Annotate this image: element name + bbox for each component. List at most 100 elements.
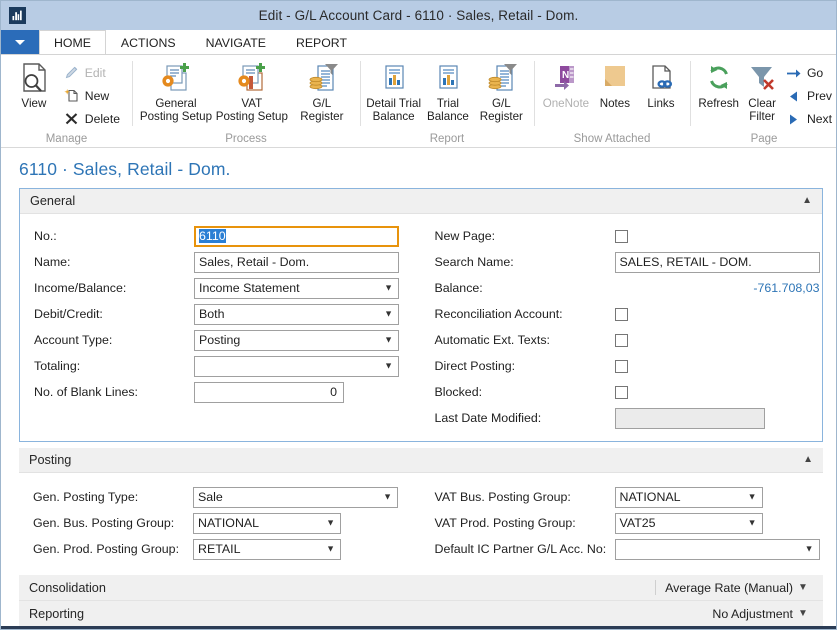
- reconciliation-account-checkbox[interactable]: [614, 307, 628, 321]
- blank-lines-input[interactable]: 0: [194, 381, 344, 403]
- field-no-label: No.:: [34, 229, 57, 243]
- notes-button[interactable]: Notes: [592, 59, 638, 110]
- refresh-button[interactable]: Refresh: [696, 59, 741, 110]
- ribbon-group-show-attached-label: Show Attached: [573, 133, 651, 145]
- balance-value[interactable]: -761.708,03: [615, 281, 819, 295]
- field-search-name-label: Search Name:: [434, 255, 514, 269]
- pencil-icon: [63, 64, 80, 81]
- links-button[interactable]: Links: [638, 59, 684, 110]
- ribbon-group-report: Detail Trial Balance Trial Balance G/L R…: [360, 55, 534, 147]
- ribbon-group-manage-label: Manage: [45, 133, 88, 145]
- name-input[interactable]: Sales, Retail - Dom.: [194, 251, 399, 273]
- gl-register-report-label-line2: Register: [479, 110, 523, 123]
- delete-button[interactable]: Delete: [61, 108, 126, 129]
- gl-register-process-button[interactable]: G/L Register: [290, 59, 354, 123]
- field-blocked-label: Blocked:: [434, 385, 483, 399]
- links-label: Links: [647, 97, 675, 110]
- field-income-balance: Income/Balance: Income Statement ▼: [34, 277, 424, 299]
- chevron-down-icon: ▼: [383, 491, 392, 502]
- general-fasttab-header[interactable]: General ▲: [20, 189, 822, 214]
- debit-credit-select[interactable]: Both ▼: [194, 303, 399, 325]
- tab-report[interactable]: REPORT: [281, 30, 362, 54]
- chevron-down-icon[interactable]: ▼: [793, 582, 813, 593]
- posting-fasttab-header[interactable]: Posting ▲: [19, 448, 823, 473]
- gen-posting-type-select[interactable]: Sale ▼: [193, 486, 398, 508]
- field-account-type: Account Type: Posting ▼: [34, 329, 424, 351]
- vat-prod-posting-group-select[interactable]: VAT25 ▼: [614, 512, 763, 534]
- field-vat-bus-posting-group-label: VAT Bus. Posting Group:: [434, 490, 571, 504]
- totaling-select[interactable]: ▼: [194, 355, 399, 377]
- posting-right-column: VAT Bus. Posting Group: NATIONAL ▼ VAT P…: [424, 486, 824, 560]
- field-gen-posting-type-label: Gen. Posting Type:: [33, 490, 139, 504]
- edit-button[interactable]: Edit: [61, 62, 126, 83]
- consolidation-fasttab[interactable]: Consolidation Average Rate (Manual) ▼: [19, 575, 823, 601]
- next-button[interactable]: Next: [787, 109, 832, 129]
- general-right-column: New Page: Search Name: SALES, RETAIL - D…: [424, 225, 823, 429]
- trial-balance-button[interactable]: Trial Balance: [421, 59, 474, 123]
- field-automatic-ext-texts: Automatic Ext. Texts:: [435, 329, 823, 351]
- field-direct-posting-label: Direct Posting:: [434, 359, 516, 373]
- go-button[interactable]: Go: [786, 63, 832, 83]
- detail-trial-balance-button[interactable]: Detail Trial Balance: [366, 59, 421, 123]
- field-account-type-label: Account Type:: [34, 333, 113, 347]
- general-posting-setup-button[interactable]: General Posting Setup: [138, 59, 214, 123]
- field-totaling-label: Totaling:: [34, 359, 81, 373]
- trial-balance-label-line2: Balance: [426, 110, 469, 123]
- search-name-input[interactable]: SALES, RETAIL - DOM.: [614, 251, 820, 273]
- view-button-label: View: [21, 97, 47, 110]
- field-no: No.: 6110: [34, 225, 424, 247]
- posting-fasttab: Posting ▲ Gen. Posting Type: Sale ▼ Gen.…: [19, 448, 823, 570]
- chevron-down-icon[interactable]: ▼: [793, 608, 813, 619]
- view-page-magnifier-icon: [19, 61, 49, 95]
- chevron-down-icon: ▼: [384, 360, 393, 371]
- reporting-fasttab-title: Reporting: [29, 606, 85, 621]
- clear-filter-button[interactable]: Clear Filter: [741, 59, 783, 123]
- field-search-name: Search Name: SALES, RETAIL - DOM.: [435, 251, 823, 273]
- new-page-checkbox[interactable]: [614, 229, 628, 243]
- field-income-balance-label: Income/Balance:: [34, 281, 127, 295]
- automatic-ext-texts-checkbox[interactable]: [614, 333, 628, 347]
- gen-bus-posting-group-select[interactable]: NATIONAL ▼: [193, 512, 341, 534]
- manage-small-buttons: Edit New Delete: [61, 59, 126, 129]
- gl-register-report-button[interactable]: G/L Register: [475, 59, 528, 123]
- prev-button[interactable]: Prev: [787, 86, 832, 106]
- field-default-ic-partner-label: Default IC Partner G/L Acc. No:: [434, 542, 607, 556]
- links-icon: [647, 61, 675, 95]
- reporting-fasttab[interactable]: Reporting No Adjustment ▼: [19, 601, 823, 627]
- tab-navigate[interactable]: NAVIGATE: [191, 30, 281, 54]
- file-menu-button[interactable]: [1, 30, 39, 54]
- clear-filter-label-line1: Clear: [748, 97, 776, 110]
- blocked-checkbox[interactable]: [614, 385, 628, 399]
- vat-prod-posting-group-value: VAT25: [619, 516, 656, 530]
- field-automatic-ext-texts-label: Automatic Ext. Texts:: [434, 333, 550, 347]
- posting-left-column: Gen. Posting Type: Sale ▼ Gen. Bus. Post…: [19, 486, 424, 560]
- refresh-icon: [704, 61, 734, 95]
- new-button[interactable]: New: [61, 85, 126, 106]
- arrow-right-icon: [786, 67, 801, 79]
- vat-posting-setup-label-line1: VAT: [241, 97, 263, 110]
- refresh-label: Refresh: [698, 97, 739, 110]
- detail-trial-balance-label-line2: Balance: [372, 110, 415, 123]
- view-button[interactable]: View: [7, 59, 61, 110]
- vat-posting-setup-button[interactable]: VAT Posting Setup: [214, 59, 290, 123]
- chevron-up-icon[interactable]: ▲: [803, 455, 813, 465]
- income-balance-select[interactable]: Income Statement ▼: [194, 277, 399, 299]
- direct-posting-checkbox[interactable]: [614, 359, 628, 373]
- detail-trial-balance-icon: [379, 61, 409, 95]
- chevron-down-icon: ▼: [384, 282, 393, 293]
- vat-bus-posting-group-select[interactable]: NATIONAL ▼: [614, 486, 763, 508]
- field-reconciliation-account: Reconciliation Account:: [435, 303, 823, 325]
- tab-home[interactable]: HOME: [39, 30, 106, 54]
- onenote-button[interactable]: N OneNote: [540, 59, 592, 110]
- default-ic-partner-select[interactable]: ▼: [614, 538, 820, 560]
- chevron-up-icon[interactable]: ▲: [802, 196, 812, 206]
- go-button-label: Go: [806, 66, 824, 80]
- gen-prod-posting-group-select[interactable]: RETAIL ▼: [193, 538, 341, 560]
- field-balance: Balance: -761.708,03: [435, 277, 823, 299]
- no-input[interactable]: 6110: [194, 225, 399, 247]
- gl-register-process-label-line1: G/L: [312, 97, 332, 110]
- field-vat-prod-posting-group-label: VAT Prod. Posting Group:: [434, 516, 576, 530]
- ribbon-group-manage: View Edit New Delete Manage: [1, 55, 132, 147]
- tab-actions[interactable]: ACTIONS: [106, 30, 191, 54]
- account-type-select[interactable]: Posting ▼: [194, 329, 399, 351]
